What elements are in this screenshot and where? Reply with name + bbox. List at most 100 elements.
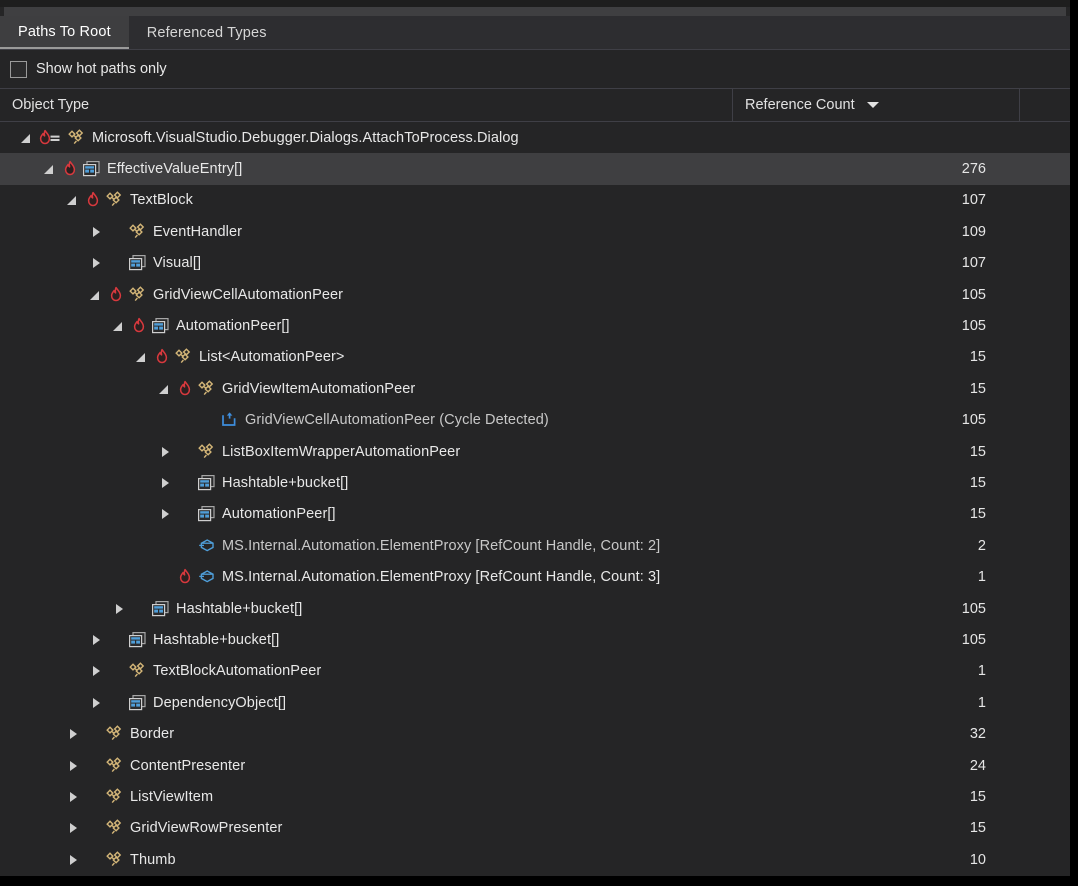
reference-count-cell: 15: [725, 349, 1012, 365]
array-icon: [151, 600, 170, 618]
chevron-collapsed-icon[interactable]: [87, 223, 105, 241]
tree-expander-placeholder: [156, 537, 174, 555]
tab-paths-to-root[interactable]: Paths To Root: [0, 16, 129, 49]
tree-row[interactable]: TextBlockAutomationPeer1: [0, 656, 1070, 687]
column-header-reference-count[interactable]: Reference Count: [733, 89, 1020, 121]
reference-count-cell: 107: [725, 192, 1012, 208]
tree-row-content: Border: [0, 725, 725, 743]
tree-row-label: GridViewCellAutomationPeer (Cycle Detect…: [245, 412, 549, 428]
tree-row[interactable]: AutomationPeer[]105: [0, 310, 1070, 341]
tree-row[interactable]: Microsoft.VisualStudio.Debugger.Dialogs.…: [0, 122, 1070, 153]
tree-row[interactable]: Border32: [0, 718, 1070, 749]
chevron-collapsed-icon[interactable]: [156, 505, 174, 523]
tree-row[interactable]: ContentPresenter24: [0, 750, 1070, 781]
tree-row[interactable]: MS.Internal.Automation.ElementProxy [Ref…: [0, 561, 1070, 592]
chevron-collapsed-icon[interactable]: [87, 694, 105, 712]
flame-placeholder: [84, 851, 102, 869]
reference-count-cell: 1: [725, 569, 1012, 585]
tree-row-content: Thumb: [0, 851, 725, 869]
tree-row[interactable]: List<AutomationPeer>15: [0, 342, 1070, 373]
tab-label: Paths To Root: [18, 24, 111, 40]
chevron-collapsed-icon[interactable]: [156, 474, 174, 492]
tree-row[interactable]: EventHandler109: [0, 216, 1070, 247]
tree-row[interactable]: GridViewCellAutomationPeer105: [0, 279, 1070, 310]
reference-count-cell: 109: [725, 224, 1012, 240]
tree-row-label: AutomationPeer[]: [176, 318, 290, 334]
tree-row-label: ContentPresenter: [130, 758, 245, 774]
tree-row-content: AutomationPeer[]: [0, 505, 725, 523]
hot-path-flame-icon: [84, 191, 102, 209]
chevron-collapsed-icon[interactable]: [64, 851, 82, 869]
tree-row[interactable]: Hashtable+bucket[]105: [0, 624, 1070, 655]
hot-path-flame-icon: [153, 348, 171, 366]
tree-row[interactable]: AutomationPeer[]15: [0, 499, 1070, 530]
chevron-collapsed-icon[interactable]: [64, 819, 82, 837]
chevron-collapsed-icon[interactable]: [87, 662, 105, 680]
tree-row[interactable]: EffectiveValueEntry[]276: [0, 153, 1070, 184]
tree-row-content: ContentPresenter: [0, 757, 725, 775]
tree-row-content: Visual[]: [0, 254, 725, 272]
tab-bar: Paths To Root Referenced Types: [0, 16, 1070, 50]
paths-to-root-tree[interactable]: Microsoft.VisualStudio.Debugger.Dialogs.…: [0, 122, 1070, 875]
array-icon: [197, 474, 216, 492]
class-icon: [105, 725, 124, 743]
tree-row-content: List<AutomationPeer>: [0, 348, 725, 366]
tree-row[interactable]: TextBlock 107: [0, 185, 1070, 216]
column-header-reference-count-label: Reference Count: [745, 97, 855, 113]
reference-count-cell: 276: [725, 161, 1012, 177]
show-hot-paths-label[interactable]: Show hot paths only: [36, 61, 167, 77]
tree-row[interactable]: Hashtable+bucket[]15: [0, 467, 1070, 498]
top-spacer: [0, 0, 1070, 7]
chevron-expanded-icon[interactable]: [18, 129, 36, 147]
tab-referenced-types[interactable]: Referenced Types: [129, 16, 285, 49]
chevron-collapsed-icon[interactable]: [87, 631, 105, 649]
column-header-object-type[interactable]: Object Type: [0, 89, 733, 121]
chevron-expanded-icon[interactable]: [64, 191, 82, 209]
tree-row-label: MS.Internal.Automation.ElementProxy [Ref…: [222, 538, 660, 554]
reference-count-cell: 2: [725, 538, 1012, 554]
tree-row-label: ListBoxItemWrapperAutomationPeer: [222, 444, 460, 460]
array-icon: [197, 505, 216, 523]
chevron-collapsed-icon[interactable]: [87, 254, 105, 272]
chevron-collapsed-icon[interactable]: [64, 788, 82, 806]
flame-placeholder: [176, 537, 194, 555]
chevron-expanded-icon[interactable]: [87, 286, 105, 304]
tree-row-label: Hashtable+bucket[]: [176, 601, 302, 617]
tree-row[interactable]: GridViewCellAutomationPeer (Cycle Detect…: [0, 405, 1070, 436]
flame-placeholder: [176, 474, 194, 492]
tree-row[interactable]: Thumb10: [0, 844, 1070, 875]
chevron-expanded-icon[interactable]: [41, 160, 59, 178]
chevron-collapsed-icon[interactable]: [156, 443, 174, 461]
tree-row[interactable]: GridViewRowPresenter15: [0, 813, 1070, 844]
chevron-collapsed-icon[interactable]: [110, 600, 128, 618]
tree-row-label: TextBlockAutomationPeer: [153, 663, 321, 679]
reference-count-cell: 15: [725, 444, 1012, 460]
tree-row-label: TextBlock: [130, 192, 193, 208]
tree-row[interactable]: GridViewItemAutomationPeer15: [0, 373, 1070, 404]
cycle-icon: [220, 411, 239, 429]
chevron-expanded-icon[interactable]: [110, 317, 128, 335]
tree-row[interactable]: ListBoxItemWrapperAutomationPeer 15: [0, 436, 1070, 467]
tree-row-content: Hashtable+bucket[]: [0, 474, 725, 492]
horizontal-scrollbar[interactable]: [4, 7, 1066, 16]
chevron-expanded-icon[interactable]: [133, 348, 151, 366]
tree-row[interactable]: Visual[]107: [0, 248, 1070, 279]
class-icon: [105, 757, 124, 775]
tree-row[interactable]: Hashtable+bucket[]105: [0, 593, 1070, 624]
chevron-expanded-icon[interactable]: [156, 380, 174, 398]
reference-count-cell: 105: [725, 632, 1012, 648]
reference-count-cell: 15: [725, 475, 1012, 491]
tree-row-content: GridViewItemAutomationPeer: [0, 380, 725, 398]
hot-path-flame-icon: [130, 317, 148, 335]
flame-placeholder: [84, 819, 102, 837]
tree-row[interactable]: ListViewItem15: [0, 781, 1070, 812]
reference-count-cell: 15: [725, 789, 1012, 805]
chevron-collapsed-icon[interactable]: [64, 725, 82, 743]
tree-row[interactable]: DependencyObject[]1: [0, 687, 1070, 718]
show-hot-paths-checkbox[interactable]: [10, 61, 27, 78]
tree-row[interactable]: MS.Internal.Automation.ElementProxy [Ref…: [0, 530, 1070, 561]
class-icon: [174, 348, 193, 366]
chevron-collapsed-icon[interactable]: [64, 757, 82, 775]
column-header-filler[interactable]: [1020, 89, 1070, 121]
tree-row-content: ListViewItem: [0, 788, 725, 806]
